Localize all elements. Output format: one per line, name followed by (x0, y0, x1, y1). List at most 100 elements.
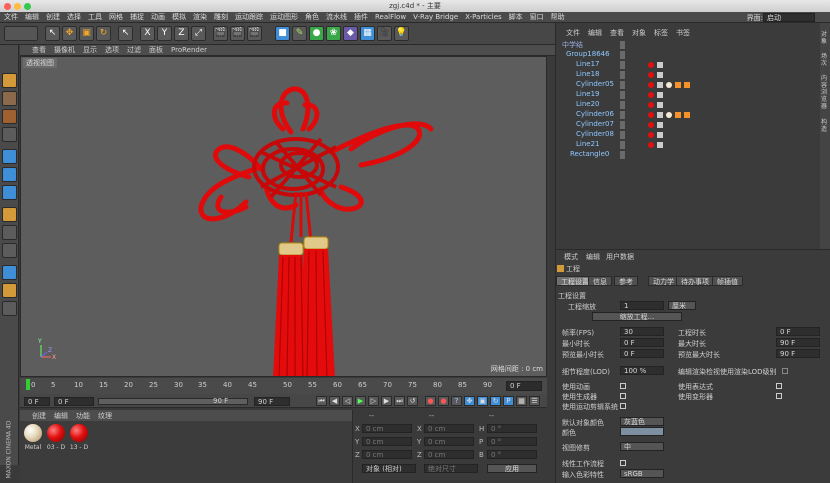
keyframe-selection-icon[interactable]: ? (451, 396, 462, 406)
preview-min-field[interactable]: 0 F (620, 349, 664, 358)
use-motion-system-checkbox[interactable] (620, 403, 626, 409)
visibility-toggle[interactable] (620, 111, 625, 119)
visibility-toggle[interactable] (620, 71, 625, 79)
visibility-toggle[interactable] (620, 101, 625, 109)
object-row[interactable]: Cylinder06 (556, 110, 821, 120)
z-axis-icon[interactable]: Z (174, 26, 189, 41)
chinese-knot-model[interactable] (21, 57, 547, 377)
fps-field[interactable]: 30 (620, 327, 664, 336)
soft-selection-icon[interactable] (2, 243, 17, 258)
scale-project-button[interactable]: 缩放工程... (592, 312, 682, 321)
polygons-mode-icon[interactable] (2, 185, 17, 200)
tab-todo[interactable]: 待办事项 (676, 276, 714, 286)
key-pla-icon[interactable]: ▦ (516, 396, 527, 406)
zoom-window-button[interactable] (24, 3, 31, 10)
checker-tag-icon[interactable] (657, 62, 663, 68)
size-y-field[interactable]: 0 cm (424, 437, 474, 446)
obj-menu-bookmarks[interactable]: 书签 (676, 28, 690, 38)
close-window-button[interactable] (4, 3, 11, 10)
material-menu-function[interactable]: 功能 (76, 411, 90, 421)
rotate-icon[interactable]: ↻ (96, 26, 111, 41)
snap-icon[interactable] (2, 265, 17, 280)
side-tab-structure[interactable]: 构造 (821, 119, 829, 133)
object-row[interactable]: Line17 (556, 60, 821, 70)
tweak-mode-icon[interactable] (2, 225, 17, 240)
pos-y-field[interactable]: 0 cm (362, 437, 412, 446)
render-lod-checkbox[interactable] (782, 368, 788, 374)
layout-select[interactable]: 启动 (763, 13, 815, 22)
axis-mode-icon[interactable] (2, 207, 17, 222)
orange-tag-icon[interactable] (684, 112, 690, 118)
camera-icon[interactable]: 🎥 (377, 26, 392, 41)
color-swatch[interactable] (620, 427, 664, 436)
y-axis-icon[interactable]: Y (157, 26, 172, 41)
object-row[interactable]: Line18 (556, 70, 821, 80)
undo-icon[interactable] (4, 26, 38, 41)
menu-vray-bridge[interactable]: V-Ray Bridge (413, 13, 458, 21)
deformer-icon[interactable]: ◆ (343, 26, 358, 41)
menu-sculpt[interactable]: 雕刻 (214, 12, 228, 22)
menu-file[interactable]: 文件 (4, 12, 18, 22)
layer-icon[interactable] (2, 301, 17, 316)
obj-menu-edit[interactable]: 编辑 (588, 28, 602, 38)
pos-z-field[interactable]: 0 cm (362, 450, 412, 459)
light-icon[interactable]: 💡 (394, 26, 409, 41)
tab-info[interactable]: 信息 (588, 276, 612, 286)
material-menu-create[interactable]: 创建 (32, 411, 46, 421)
current-frame-field[interactable]: 0 F (506, 381, 542, 391)
scale-icon[interactable]: ▣ (79, 26, 94, 41)
render-settings-icon[interactable]: 🎬 (247, 26, 262, 41)
visibility-toggle[interactable] (620, 141, 625, 149)
next-key-icon[interactable]: ▶ (381, 396, 392, 406)
material-menu-texture[interactable]: 纹理 (98, 411, 112, 421)
side-tab-takes[interactable]: 场次 (821, 53, 829, 67)
apply-button[interactable]: 应用 (487, 464, 537, 473)
object-row[interactable]: Cylinder05 (556, 80, 821, 90)
pos-x-field[interactable]: 0 cm (362, 424, 412, 433)
array-icon[interactable]: ❀ (326, 26, 341, 41)
timeline-options-icon[interactable]: ☰ (529, 396, 540, 406)
viewport-menu-options[interactable]: 选项 (105, 45, 119, 55)
object-row[interactable]: Line20 (556, 100, 821, 110)
viewport-menu-display[interactable]: 显示 (83, 45, 97, 55)
material-13[interactable]: 13 - D (68, 424, 90, 454)
menu-edit[interactable]: 编辑 (25, 12, 39, 22)
rot-h-field[interactable]: 0 ° (487, 424, 537, 433)
obj-menu-tags[interactable]: 标签 (654, 28, 668, 38)
object-row[interactable]: 中学结 (556, 40, 821, 50)
orange-tag-icon[interactable] (684, 82, 690, 88)
obj-menu-view[interactable]: 查看 (610, 28, 624, 38)
menu-mesh[interactable]: 网格 (109, 12, 123, 22)
preview-end-field[interactable]: 90 F (210, 397, 250, 406)
min-time-field[interactable]: 0 F (620, 338, 664, 347)
duration-field[interactable]: 0 F (776, 327, 820, 336)
material-tag-icon[interactable] (648, 72, 654, 78)
goto-end-icon[interactable]: ⏭ (394, 396, 405, 406)
size-mode-select[interactable]: 绝对尺寸 (424, 464, 478, 473)
loop-icon[interactable]: ↺ (407, 396, 418, 406)
move-icon[interactable]: ✥ (62, 26, 77, 41)
solo-icon[interactable] (2, 283, 17, 298)
object-row[interactable]: Group18646 (556, 50, 821, 60)
object-row[interactable]: Rectangle0 (556, 150, 821, 160)
render-view-icon[interactable]: 🎬 (213, 26, 228, 41)
subdivision-icon[interactable]: ● (309, 26, 324, 41)
viewport-menu-cameras[interactable]: 摄像机 (54, 45, 75, 55)
menu-plugins[interactable]: 插件 (354, 12, 368, 22)
timeline[interactable]: 0 5 10 15 20 25 30 35 40 45 50 55 60 65 … (20, 378, 547, 394)
menu-script[interactable]: 脚本 (509, 12, 523, 22)
material-menu-edit[interactable]: 编辑 (54, 411, 68, 421)
visibility-toggle[interactable] (620, 41, 625, 49)
key-rotation-icon[interactable]: ↻ (490, 396, 501, 406)
attr-menu-mode[interactable]: 模式 (564, 252, 578, 262)
points-mode-icon[interactable] (2, 149, 17, 164)
object-row[interactable]: Line21 (556, 140, 821, 150)
clipping-select[interactable]: 中 (620, 442, 664, 451)
viewport-menu-panel[interactable]: 面板 (149, 45, 163, 55)
key-scale-icon[interactable]: ▣ (477, 396, 488, 406)
texture-mode-icon[interactable] (2, 109, 17, 124)
material-tag-icon[interactable] (648, 132, 654, 138)
checker-tag-icon[interactable] (657, 132, 663, 138)
goto-start-icon[interactable]: ⏮ (316, 396, 327, 406)
metal-material-tag-icon[interactable] (666, 82, 672, 88)
